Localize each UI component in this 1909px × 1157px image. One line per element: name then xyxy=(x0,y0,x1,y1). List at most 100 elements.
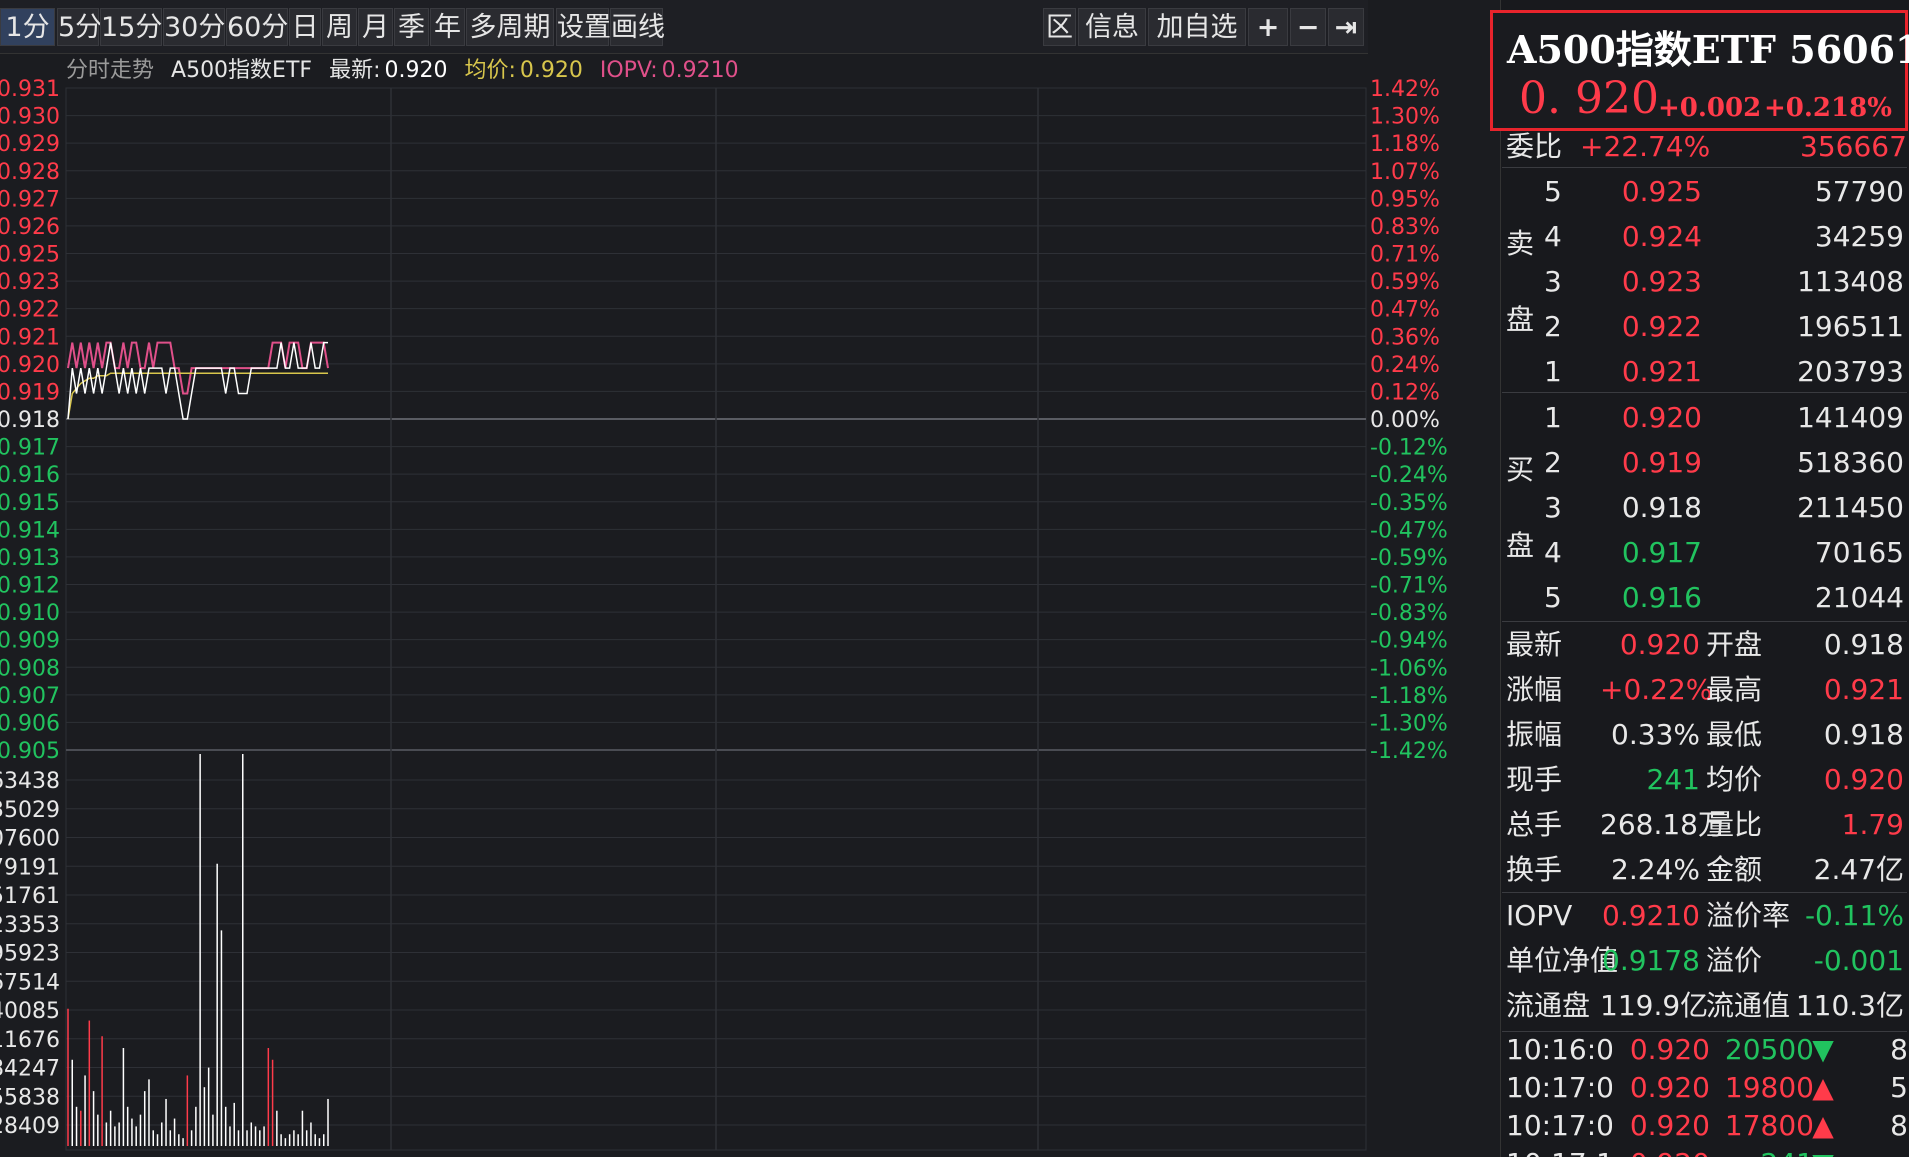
bids-qty: 141409 xyxy=(1797,401,1904,434)
volume-tick-label: 40085 xyxy=(0,999,60,1024)
price-line xyxy=(67,341,328,420)
asks-price[interactable]: 0.924 xyxy=(1620,215,1702,259)
volume-tick-label: 55838 xyxy=(0,1085,60,1110)
pct-tick-label: 0.47% xyxy=(1370,298,1440,323)
asks-level: 5 xyxy=(1544,175,1562,208)
pct-tick-label: 0.24% xyxy=(1370,353,1440,378)
stat-value: 0.921 xyxy=(1823,673,1904,706)
bids-price[interactable]: 0.918 xyxy=(1620,486,1702,530)
pct-tick-label: 1.30% xyxy=(1370,105,1440,130)
divider xyxy=(1502,621,1907,622)
volume-tick-label: 79191 xyxy=(0,855,60,880)
bids-price[interactable]: 0.917 xyxy=(1620,531,1702,575)
asks-qty: 57790 xyxy=(1814,175,1904,208)
divider xyxy=(1502,392,1907,393)
price-tick-label: 0.917 xyxy=(0,436,60,461)
price-tick-label: 0.928 xyxy=(0,160,60,185)
divider xyxy=(1502,892,1907,893)
price-tick-label: 0.907 xyxy=(0,684,60,709)
pct-tick-label: -0.35% xyxy=(1370,491,1448,516)
last-price: 0. 920 xyxy=(1519,73,1659,124)
price-tick-label: 0.927 xyxy=(0,187,60,212)
stat-value: 0.33% xyxy=(1611,718,1700,751)
volume-tick-label: 63438 xyxy=(0,769,60,794)
price-tick-label: 0.926 xyxy=(0,215,60,240)
pct-tick-label: 1.42% xyxy=(1370,77,1440,102)
stat-value: 2.24% xyxy=(1611,853,1700,886)
volume-tick-label: 51761 xyxy=(0,884,60,909)
bids-price[interactable]: 0.919 xyxy=(1620,441,1702,485)
price-change-pct: +0.218% xyxy=(1764,93,1892,123)
pct-tick-label: 0.00% xyxy=(1370,408,1440,433)
price-tick-label: 0.922 xyxy=(0,298,60,323)
stat-value: 2.47亿 xyxy=(1813,853,1904,886)
stat-label: 最新 xyxy=(1506,628,1563,661)
pct-tick-label: 0.59% xyxy=(1370,270,1440,295)
volume-tick-label: 23353 xyxy=(0,913,60,938)
asks-price[interactable]: 0.923 xyxy=(1620,260,1702,304)
asks-price[interactable]: 0.922 xyxy=(1620,305,1702,349)
price-tick-label: 0.925 xyxy=(0,243,60,268)
pct-tick-label: -0.94% xyxy=(1370,629,1448,654)
price-tick-label: 0.915 xyxy=(0,491,60,516)
pct-tick-label: -0.83% xyxy=(1370,601,1448,626)
bids-price[interactable]: 0.920 xyxy=(1620,396,1702,440)
pct-tick-label: -1.06% xyxy=(1370,656,1448,681)
volume-tick-label: 28409 xyxy=(0,1114,60,1139)
bids-level: 1 xyxy=(1544,401,1562,434)
volume-tick-label: 35029 xyxy=(0,798,60,823)
asks-price[interactable]: 0.921 xyxy=(1620,350,1702,394)
stat-value: -0.001 xyxy=(1813,944,1904,977)
price-tick-label: 0.912 xyxy=(0,574,60,599)
price-tick-label: 0.906 xyxy=(0,711,60,736)
volume-tick-label: 67514 xyxy=(0,970,60,995)
volume-tick-label: 07600 xyxy=(0,827,60,852)
stat-label: IOPV xyxy=(1506,899,1573,932)
price-tick-label: 0.914 xyxy=(0,518,60,543)
stat-label: 现手 xyxy=(1506,763,1563,796)
stat-value: 0.920 xyxy=(1619,628,1700,661)
pct-tick-label: 1.07% xyxy=(1370,160,1440,185)
stat-value: 1.79 xyxy=(1841,808,1904,841)
bids-level: 5 xyxy=(1544,581,1562,614)
pct-tick-label: 0.83% xyxy=(1370,215,1440,240)
price-tick-label: 0.919 xyxy=(0,380,60,405)
asks-price[interactable]: 0.925 xyxy=(1620,170,1702,214)
stat-label: 涨幅 xyxy=(1506,673,1563,706)
pct-tick-label: -1.30% xyxy=(1370,711,1448,736)
volume-tick-label: 95923 xyxy=(0,942,60,967)
asks-qty: 196511 xyxy=(1797,310,1904,343)
stat-value: 0.9210 xyxy=(1602,899,1700,932)
stat-label: 单位净值 xyxy=(1506,944,1619,977)
bids-level: 3 xyxy=(1544,491,1562,524)
buy-label-2: 盘 xyxy=(1506,529,1535,562)
asks-qty: 113408 xyxy=(1797,265,1904,298)
price-tick-label: 0.918 xyxy=(0,408,60,433)
tick-count xyxy=(1886,1142,1908,1157)
pct-tick-label: 1.18% xyxy=(1370,132,1440,157)
ratio-value: +22.74% xyxy=(1580,130,1711,163)
avg-price-line xyxy=(67,372,328,420)
tick-time: 10:17:10 xyxy=(1506,1142,1612,1157)
pct-tick-label: 0.95% xyxy=(1370,187,1440,212)
asks-qty: 34259 xyxy=(1814,220,1904,253)
bids-price[interactable]: 0.916 xyxy=(1620,576,1702,620)
stat-label: 流通盘 xyxy=(1506,989,1591,1022)
stat-label: 总手 xyxy=(1506,808,1563,841)
intraday-chart[interactable]: 0.931 1.42% 0.930 1.30% 0.929 1.18% 0.928 1.07%… xyxy=(0,0,1500,1157)
price-tick-label: 0.909 xyxy=(0,629,60,654)
pct-tick-label: -1.18% xyxy=(1370,684,1448,709)
price-tick-label: 0.905 xyxy=(0,739,60,764)
price-tick-label: 0.920 xyxy=(0,353,60,378)
security-name: A500指数ETF 560610 xyxy=(1507,27,1909,72)
stat-value: 0.920 xyxy=(1823,763,1904,796)
asks-level: 1 xyxy=(1544,355,1562,388)
pct-tick-label: -0.12% xyxy=(1370,436,1448,461)
stat-value: -0.11% xyxy=(1804,899,1904,932)
sell-label-1: 卖 xyxy=(1506,227,1535,260)
asks-level: 4 xyxy=(1544,220,1562,253)
pct-tick-label: -0.24% xyxy=(1370,463,1448,488)
bids-qty: 211450 xyxy=(1797,491,1904,524)
stat-value: 0.9178 xyxy=(1602,944,1700,977)
arrow-down-icon: ▼ xyxy=(1812,1142,1834,1157)
